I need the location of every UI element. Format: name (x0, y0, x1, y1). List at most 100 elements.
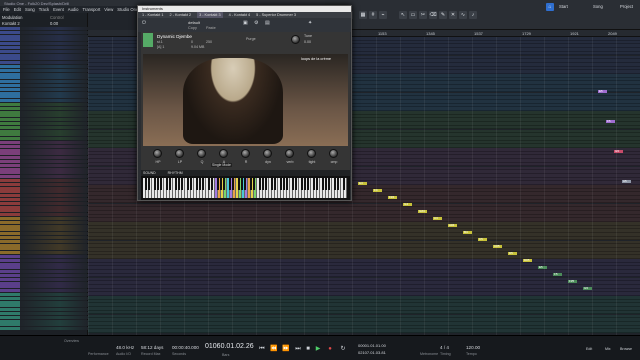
note-event[interactable]: D5 (508, 252, 517, 255)
track-row[interactable] (0, 312, 88, 315)
black-key[interactable] (208, 178, 210, 190)
black-key[interactable] (259, 178, 261, 190)
track-row[interactable] (0, 133, 88, 137)
knob-r[interactable] (241, 149, 250, 158)
black-key[interactable] (223, 178, 225, 190)
menu-audio[interactable]: Audio (68, 7, 79, 12)
mute-tool-icon[interactable]: ✕ (449, 11, 457, 19)
track-row[interactable] (0, 95, 88, 99)
track-row[interactable] (0, 61, 88, 65)
menu-song[interactable]: Song (25, 7, 35, 12)
track-row[interactable] (0, 319, 88, 323)
black-key[interactable] (187, 178, 189, 190)
menu-file[interactable]: File (3, 7, 10, 12)
preset-select[interactable]: default (188, 20, 200, 25)
track-row[interactable] (0, 46, 88, 49)
track-row[interactable] (0, 30, 88, 34)
track-lane[interactable] (88, 329, 640, 333)
track-row[interactable] (0, 118, 88, 122)
track-row[interactable] (0, 228, 88, 232)
track-row[interactable] (0, 175, 88, 179)
tune-knob[interactable] (291, 35, 300, 44)
track-row[interactable] (0, 186, 88, 190)
black-key[interactable] (316, 178, 318, 190)
menu-studio-one[interactable]: Studio One (117, 7, 138, 12)
track-row[interactable] (0, 285, 88, 289)
note-event[interactable]: E4 (358, 182, 367, 185)
black-key[interactable] (169, 178, 171, 190)
note-event[interactable]: F5 (553, 273, 562, 276)
bend-tool-icon[interactable]: ∿ (459, 11, 467, 19)
track-row[interactable] (0, 34, 88, 38)
black-key[interactable] (304, 178, 306, 190)
keyboard-icon[interactable]: ▤ (265, 20, 270, 26)
start-page-icon[interactable]: ⌂ (546, 3, 554, 11)
track-row[interactable] (0, 236, 88, 239)
record-icon[interactable]: ● (326, 345, 334, 353)
track-row[interactable] (0, 129, 88, 133)
note-event[interactable]: E5 (598, 90, 607, 93)
track-row[interactable] (0, 251, 88, 255)
black-key[interactable] (148, 178, 150, 190)
track-row[interactable] (0, 84, 88, 87)
rewind-icon[interactable]: ⏪ (270, 345, 278, 353)
track-row[interactable] (0, 76, 88, 80)
note-event[interactable]: G#4 (418, 210, 427, 213)
knob-lp[interactable] (175, 149, 184, 158)
listen-tool-icon[interactable]: ♪ (469, 11, 477, 19)
track-row[interactable] (0, 160, 88, 163)
black-key[interactable] (199, 178, 201, 190)
start-button[interactable]: Start (556, 3, 571, 11)
track-row[interactable] (0, 213, 88, 217)
track-row[interactable] (0, 122, 88, 125)
track-row[interactable] (0, 80, 88, 84)
eraser-tool-icon[interactable]: ⌫ (429, 11, 437, 19)
track-row[interactable] (0, 190, 88, 194)
knob-q[interactable] (197, 149, 206, 158)
black-key[interactable] (241, 178, 243, 190)
track-row[interactable] (0, 198, 88, 201)
pin-icon[interactable]: ✦ (308, 20, 312, 26)
note-event[interactable]: B4 (463, 231, 472, 234)
metronome-label[interactable]: Metronome (420, 352, 438, 356)
inspector-value[interactable]: 0.00 (50, 21, 58, 26)
copy-button[interactable]: Copy (188, 26, 197, 30)
track-row[interactable] (0, 201, 88, 205)
black-key[interactable] (178, 178, 180, 190)
black-key[interactable] (343, 178, 345, 190)
mode-select[interactable]: Single Mode (211, 163, 232, 167)
snap-icon[interactable]: ⌁ (379, 11, 387, 19)
track-row[interactable] (0, 243, 88, 247)
track-row[interactable] (0, 281, 88, 285)
black-key[interactable] (160, 178, 162, 190)
virtual-keyboard[interactable] (141, 176, 350, 200)
black-key[interactable] (181, 178, 183, 190)
purge-button[interactable]: Purge (246, 37, 256, 41)
note-event[interactable]: A5 (622, 180, 631, 183)
black-key[interactable] (220, 178, 222, 190)
track-row[interactable] (0, 103, 88, 106)
black-key[interactable] (337, 178, 339, 190)
black-key[interactable] (229, 178, 231, 190)
menu-transport[interactable]: Transport (83, 7, 101, 12)
inspector-instrument[interactable]: Kontakt 2 (2, 21, 20, 26)
track-row[interactable] (0, 247, 88, 251)
track-row[interactable] (0, 293, 88, 296)
track-row[interactable] (0, 327, 88, 331)
track-row[interactable] (0, 205, 88, 209)
track-row[interactable] (0, 232, 88, 236)
black-key[interactable] (322, 178, 324, 190)
track-row[interactable] (0, 315, 88, 319)
note-event[interactable]: F5 (606, 120, 615, 123)
track-row[interactable] (0, 194, 88, 198)
black-key[interactable] (328, 178, 330, 190)
track-row[interactable] (0, 156, 88, 160)
menu-edit[interactable]: Edit (14, 7, 21, 12)
track-row[interactable] (0, 53, 88, 57)
note-event[interactable]: G4 (403, 203, 412, 206)
track-row[interactable] (0, 304, 88, 308)
black-key[interactable] (286, 178, 288, 190)
output-value[interactable]: st.1 (157, 40, 163, 44)
paste-button[interactable]: Paste (206, 26, 216, 30)
menu-view[interactable]: View (104, 7, 113, 12)
